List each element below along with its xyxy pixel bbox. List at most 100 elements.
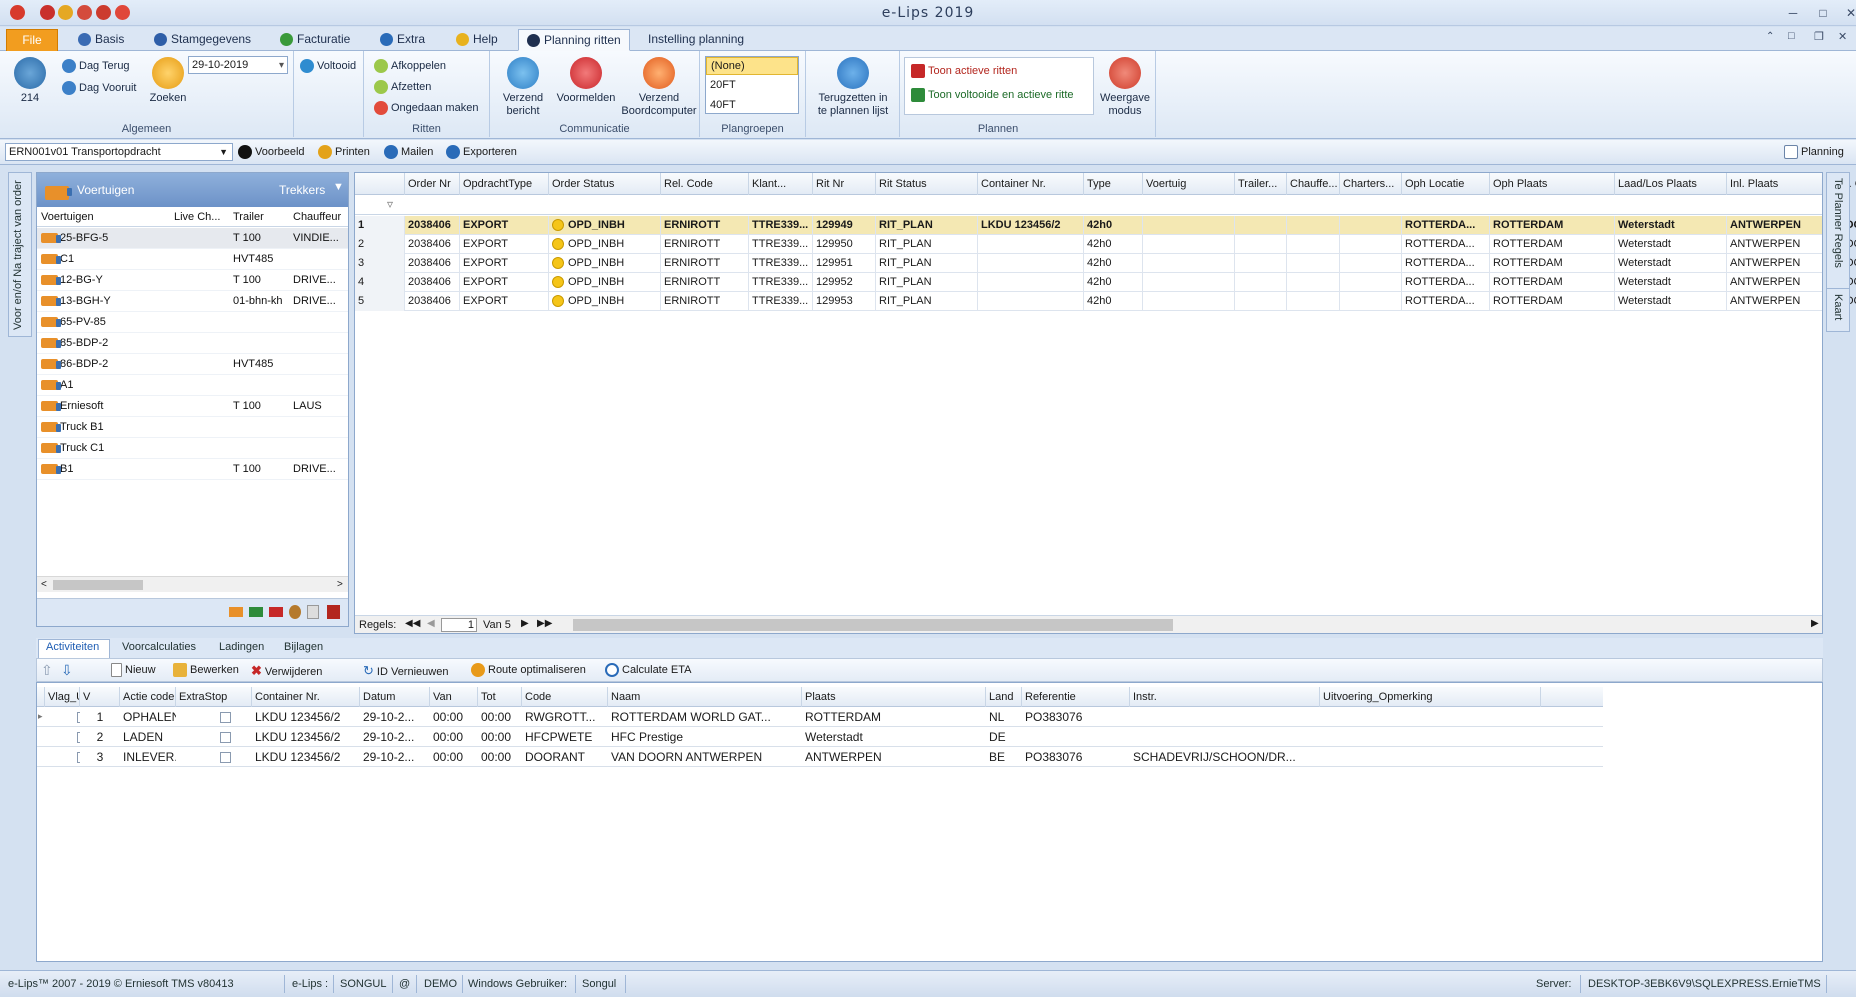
- act-col-header[interactable]: Instr.: [1130, 687, 1320, 707]
- orders-col-header[interactable]: Order Nr: [405, 173, 460, 195]
- pager-first-icon[interactable]: ◀◀: [405, 618, 420, 629]
- pager-last-icon[interactable]: ▶▶: [537, 618, 552, 629]
- ribbon-restore-icon[interactable]: ❐: [1814, 30, 1824, 43]
- vehicle-row[interactable]: C1 HVT485: [37, 249, 348, 270]
- ribbon-help-icon[interactable]: □: [1788, 30, 1795, 42]
- nieuw-button[interactable]: Nieuw: [111, 663, 156, 677]
- orders-col-header[interactable]: Trailer...: [1235, 173, 1287, 195]
- act-col-header[interactable]: Van: [430, 687, 478, 707]
- activity-row[interactable]: 3 INLEVER... LKDU 123456/2 29-10-2... 00:00 0…: [37, 748, 1603, 767]
- orders-col-header[interactable]: Container Nr.: [978, 173, 1084, 195]
- verzend-boordcomputer-button[interactable]: Verzend Boordcomputer: [620, 57, 698, 118]
- date-picker[interactable]: 29-10-2019 ▾: [188, 56, 288, 74]
- order-row[interactable]: 2 2038406 EXPORT OPD_INBH ERNIROTT TTRE339...…: [355, 235, 1856, 254]
- plangroepen-list[interactable]: (None) 20FT 40FT: [705, 56, 799, 114]
- vehicle-row[interactable]: Truck B1: [37, 417, 348, 438]
- act-col-header[interactable]: Land: [986, 687, 1022, 707]
- vehicle-row[interactable]: Erniesoft T 100 LAUS: [37, 396, 348, 417]
- filter-icon[interactable]: ▿: [387, 197, 393, 211]
- act-col-header[interactable]: Plaats: [802, 687, 986, 707]
- act-col-header[interactable]: ExtraStop: [176, 687, 252, 707]
- voltooid-button[interactable]: Voltooid: [300, 59, 356, 74]
- printen-button[interactable]: Printen: [318, 145, 370, 159]
- col-trailer[interactable]: Trailer: [233, 211, 289, 223]
- zoeken-button[interactable]: Zoeken: [148, 57, 188, 105]
- activity-row[interactable]: 2 LADEN LKDU 123456/2 29-10-2... 00:00 00:00 H…: [37, 728, 1603, 747]
- bewerken-button[interactable]: Bewerken: [173, 663, 239, 677]
- orders-scroll-right-icon[interactable]: ▶: [1811, 618, 1819, 629]
- document-select[interactable]: ERN001v01 Transportopdracht ▼: [5, 143, 233, 161]
- move-down-icon[interactable]: ⇩: [61, 662, 73, 679]
- vehicles-header-filter[interactable]: Trekkers: [279, 183, 325, 197]
- orders-col-header[interactable]: Inl. Plaats: [1727, 173, 1834, 195]
- vlag-checkbox[interactable]: [45, 708, 80, 727]
- plangroep-20ft[interactable]: 20FT: [706, 75, 798, 95]
- vehicle-row[interactable]: 25-BFG-5 T 100 VINDIE...: [37, 228, 348, 249]
- activity-row[interactable]: ▸ 1 OPHALEN LKDU 123456/2 29-10-2... 00:00 00:…: [37, 708, 1603, 727]
- orders-col-header[interactable]: Klant...: [749, 173, 813, 195]
- order-row[interactable]: 4 2038406 EXPORT OPD_INBH ERNIROTT TTRE339...…: [355, 273, 1856, 292]
- extrastop-checkbox[interactable]: [176, 708, 252, 727]
- scroll-left-icon[interactable]: <: [41, 579, 47, 590]
- plangroep-40ft[interactable]: 40FT: [706, 95, 798, 113]
- tab-help[interactable]: Help: [448, 29, 506, 51]
- scroll-right-icon[interactable]: >: [337, 579, 343, 590]
- tab-facturatie[interactable]: Facturatie: [272, 29, 358, 51]
- tab-extra[interactable]: Extra: [372, 29, 433, 51]
- minimize-button[interactable]: ─: [1780, 4, 1806, 22]
- vlag-checkbox[interactable]: [45, 748, 80, 767]
- tab-file[interactable]: File: [6, 29, 58, 51]
- extrastop-checkbox[interactable]: [176, 728, 252, 747]
- orders-col-header[interactable]: Rit Status: [876, 173, 978, 195]
- vlag-checkbox[interactable]: [45, 728, 80, 747]
- act-col-header[interactable]: Uitvoering_Opmerking: [1320, 687, 1541, 707]
- act-col-header[interactable]: Tot: [478, 687, 522, 707]
- toon-voltooide-ritten[interactable]: Toon voltooide en actieve ritte: [911, 88, 1074, 103]
- verwijderen-button[interactable]: ✖ Verwijderen: [251, 663, 322, 679]
- toon-actieve-ritten[interactable]: Toon actieve ritten: [911, 64, 1017, 79]
- verzend-bericht-button[interactable]: Verzend bericht: [494, 57, 552, 118]
- orders-col-header[interactable]: OpdrachtType: [460, 173, 549, 195]
- tab-stamgegevens[interactable]: Stamgegevens: [146, 29, 259, 51]
- ribbon-close-icon[interactable]: ✕: [1838, 30, 1847, 43]
- id-vernieuwen-button[interactable]: ↻ ID Vernieuwen: [363, 663, 448, 679]
- close-button[interactable]: ✕: [1838, 4, 1856, 22]
- afzetten-button[interactable]: Afzetten: [374, 80, 431, 95]
- truck-green-filter-icon[interactable]: [249, 607, 263, 617]
- planning-button[interactable]: Planning: [1784, 145, 1844, 159]
- orders-col-header[interactable]: Charters...: [1340, 173, 1402, 195]
- plangroep-none[interactable]: (None): [706, 57, 798, 75]
- order-row[interactable]: 5 2038406 EXPORT OPD_INBH ERNIROTT TTRE339...…: [355, 292, 1856, 311]
- tab-voorcalculaties[interactable]: Voorcalculaties: [122, 641, 196, 653]
- orders-col-header[interactable]: Oph Locatie: [1402, 173, 1490, 195]
- pin-icon[interactable]: ▼: [333, 181, 344, 193]
- vehicle-row[interactable]: 85-BDP-2: [37, 333, 348, 354]
- tab-bijlagen[interactable]: Bijlagen: [284, 641, 323, 653]
- orders-filter-row[interactable]: ▿: [355, 195, 1822, 215]
- vehicle-row[interactable]: A1: [37, 375, 348, 396]
- orders-hscroll-thumb[interactable]: [573, 619, 1173, 631]
- driver-icon[interactable]: [289, 605, 301, 619]
- voorbeeld-button[interactable]: Voorbeeld: [238, 145, 305, 159]
- act-col-header[interactable]: Referentie: [1022, 687, 1130, 707]
- act-col-header[interactable]: Container Nr.: [252, 687, 360, 707]
- pager-next-icon[interactable]: ▶: [521, 618, 529, 629]
- exporteren-button[interactable]: Exporteren: [446, 145, 517, 159]
- orders-col-header[interactable]: Chauffe...: [1287, 173, 1340, 195]
- calculate-eta-button[interactable]: Calculate ETA: [605, 663, 692, 677]
- vehicle-row[interactable]: 86-BDP-2 HVT485: [37, 354, 348, 375]
- vehicle-row[interactable]: 65-PV-85: [37, 312, 348, 333]
- tab-ladingen[interactable]: Ladingen: [219, 641, 264, 653]
- act-col-header[interactable]: V: [80, 687, 120, 707]
- trailer-red-icon[interactable]: [269, 607, 283, 617]
- extrastop-checkbox[interactable]: [176, 748, 252, 767]
- tab-basis[interactable]: Basis: [70, 29, 132, 51]
- book-icon[interactable]: [327, 605, 340, 619]
- tab-planning-ritten[interactable]: Planning ritten: [518, 29, 630, 51]
- charter-icon[interactable]: [307, 605, 319, 619]
- pager-page-input[interactable]: 1: [441, 618, 477, 632]
- dag-terug-button[interactable]: Dag Terug: [62, 59, 130, 74]
- act-col-header[interactable]: Actie code: [120, 687, 176, 707]
- tab-instelling-planning[interactable]: Instelling planning: [640, 29, 752, 51]
- act-col-header[interactable]: Naam: [608, 687, 802, 707]
